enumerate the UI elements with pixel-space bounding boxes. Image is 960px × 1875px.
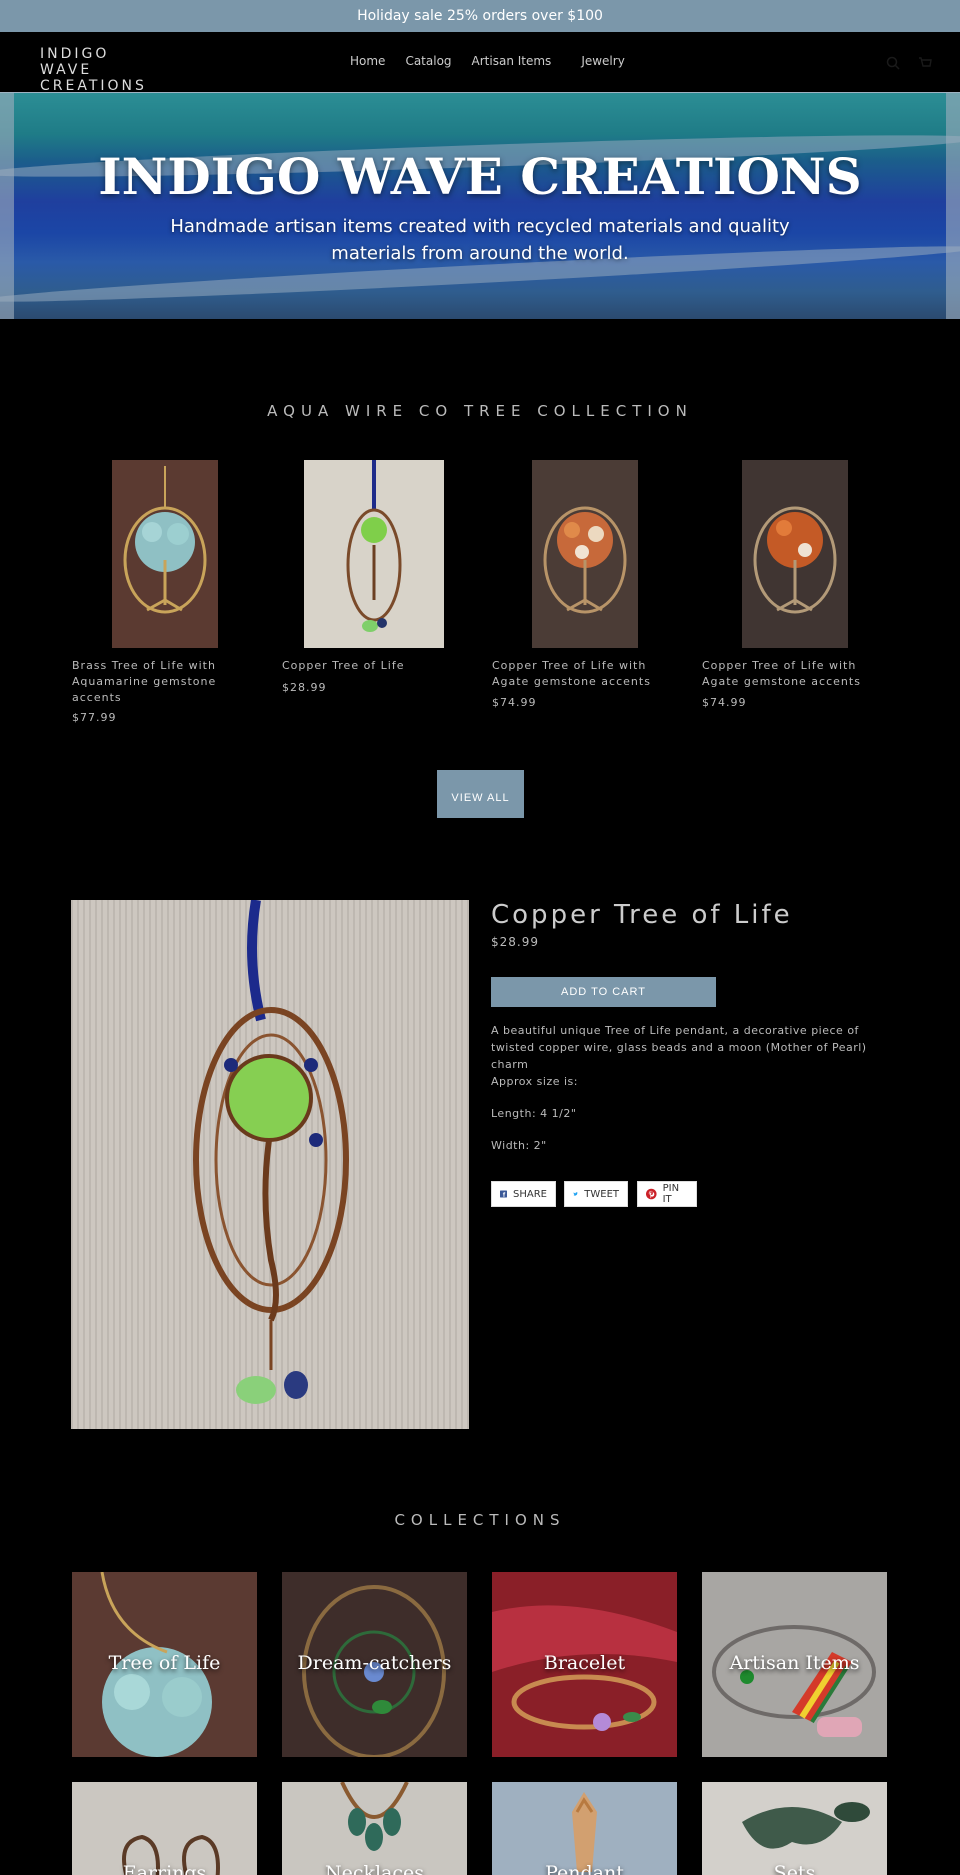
cart-icon[interactable]	[918, 56, 932, 70]
search-icon[interactable]	[886, 56, 900, 70]
collection-tile-earrings[interactable]: Earrings	[72, 1782, 257, 1875]
view-all-button[interactable]: VIEW ALL	[437, 770, 524, 818]
collection-tile-bracelet[interactable]: Bracelet	[492, 1572, 677, 1757]
product-price: $28.99	[282, 681, 327, 694]
nav-item-catalog[interactable]: Catalog	[405, 54, 451, 68]
twitter-icon	[573, 1192, 578, 1196]
collection-label: Artisan Items	[729, 1652, 860, 1674]
product-card[interactable]: Brass Tree of Life with Aquamarine gemst…	[72, 460, 267, 730]
header-icons	[886, 56, 932, 70]
featured-product-length: Length: 4 1/2"	[491, 1107, 577, 1120]
hero-banner: INDIGO WAVE CREATIONS Handmade artisan i…	[0, 92, 960, 319]
hero-background-image	[0, 93, 960, 319]
collection-label: Dream-catchers	[297, 1652, 452, 1674]
hero-title: INDIGO WAVE CREATIONS	[98, 147, 862, 206]
tweet-label: TWEET	[584, 1188, 619, 1200]
collection-tile-dream-catchers[interactable]: Dream-catchers	[282, 1572, 467, 1757]
collection-label: Necklaces	[324, 1862, 425, 1875]
logo-line-1: INDIGO WAVE	[40, 46, 110, 78]
announcement-text: Holiday sale 25% orders over $100	[357, 8, 603, 24]
collections-title: COLLECTIONS	[394, 1511, 566, 1529]
announcement-bar: Holiday sale 25% orders over $100	[0, 0, 960, 32]
product-card[interactable]: Copper Tree of Life $28.99	[282, 460, 477, 700]
site-header: INDIGO WAVE CREATIONS Home Catalog Artis…	[0, 32, 960, 94]
product-name[interactable]: Brass Tree of Life with Aquamarine gemst…	[72, 658, 262, 706]
collection-tile-necklaces[interactable]: Necklaces	[282, 1782, 467, 1875]
product-card[interactable]: Copper Tree of Life with Agate gemstone …	[492, 460, 687, 715]
product-name[interactable]: Copper Tree of Life	[282, 658, 472, 674]
site-logo[interactable]: INDIGO WAVE CREATIONS	[40, 46, 160, 94]
product-name[interactable]: Copper Tree of Life with Agate gemstone …	[492, 658, 682, 690]
featured-product-width: Width: 2"	[491, 1139, 547, 1152]
pinterest-icon	[646, 1188, 657, 1200]
product-image[interactable]	[112, 460, 218, 648]
nav-item-jewelry[interactable]: Jewelry	[581, 54, 625, 68]
product-price: $74.99	[702, 696, 747, 709]
product-name[interactable]: Copper Tree of Life with Agate gemstone …	[702, 658, 892, 690]
add-to-cart-button[interactable]: ADD TO CART	[491, 977, 716, 1007]
featured-product-size-label: Approx size is:	[491, 1075, 578, 1088]
collection-label: Tree of Life	[108, 1652, 221, 1674]
share-pinterest-button[interactable]: PIN IT	[637, 1181, 697, 1207]
product-image[interactable]	[532, 460, 638, 648]
featured-product-price: $28.99	[491, 935, 539, 949]
product-price: $74.99	[492, 696, 537, 709]
featured-product-image[interactable]	[71, 900, 469, 1429]
collection-tile-tree-of-life[interactable]: Tree of Life	[72, 1572, 257, 1757]
collection-label: Bracelet	[543, 1652, 626, 1674]
collection-label: Pendant	[545, 1862, 624, 1875]
featured-collection-title: AQUA WIRE CO TREE COLLECTION	[267, 402, 693, 420]
share-label: SHARE	[513, 1188, 547, 1200]
product-card[interactable]: Copper Tree of Life with Agate gemstone …	[702, 460, 897, 715]
collection-tile-sets[interactable]: Sets	[702, 1782, 887, 1875]
share-facebook-button[interactable]: SHARE	[491, 1181, 556, 1207]
pin-label: PIN IT	[662, 1183, 680, 1205]
hero-subtitle: Handmade artisan items created with recy…	[170, 216, 790, 264]
nav-item-artisan-items[interactable]: Artisan Items	[472, 54, 552, 68]
main-nav: Home Catalog Artisan Items Jewelry	[350, 54, 625, 68]
collection-label: Sets	[773, 1862, 816, 1875]
share-twitter-button[interactable]: TWEET	[564, 1181, 628, 1207]
product-price: $77.99	[72, 711, 117, 724]
featured-product-description: A beautiful unique Tree of Life pendant,…	[491, 1024, 867, 1071]
product-image[interactable]	[742, 460, 848, 648]
facebook-icon	[500, 1190, 508, 1198]
collection-tile-artisan-items[interactable]: Artisan Items	[702, 1572, 887, 1757]
featured-product-title: Copper Tree of Life	[491, 900, 793, 930]
collection-tile-pendant[interactable]: Pendant	[492, 1782, 677, 1875]
product-image[interactable]	[304, 460, 444, 648]
nav-item-home[interactable]: Home	[350, 54, 385, 68]
collection-label: Earrings	[122, 1862, 207, 1875]
